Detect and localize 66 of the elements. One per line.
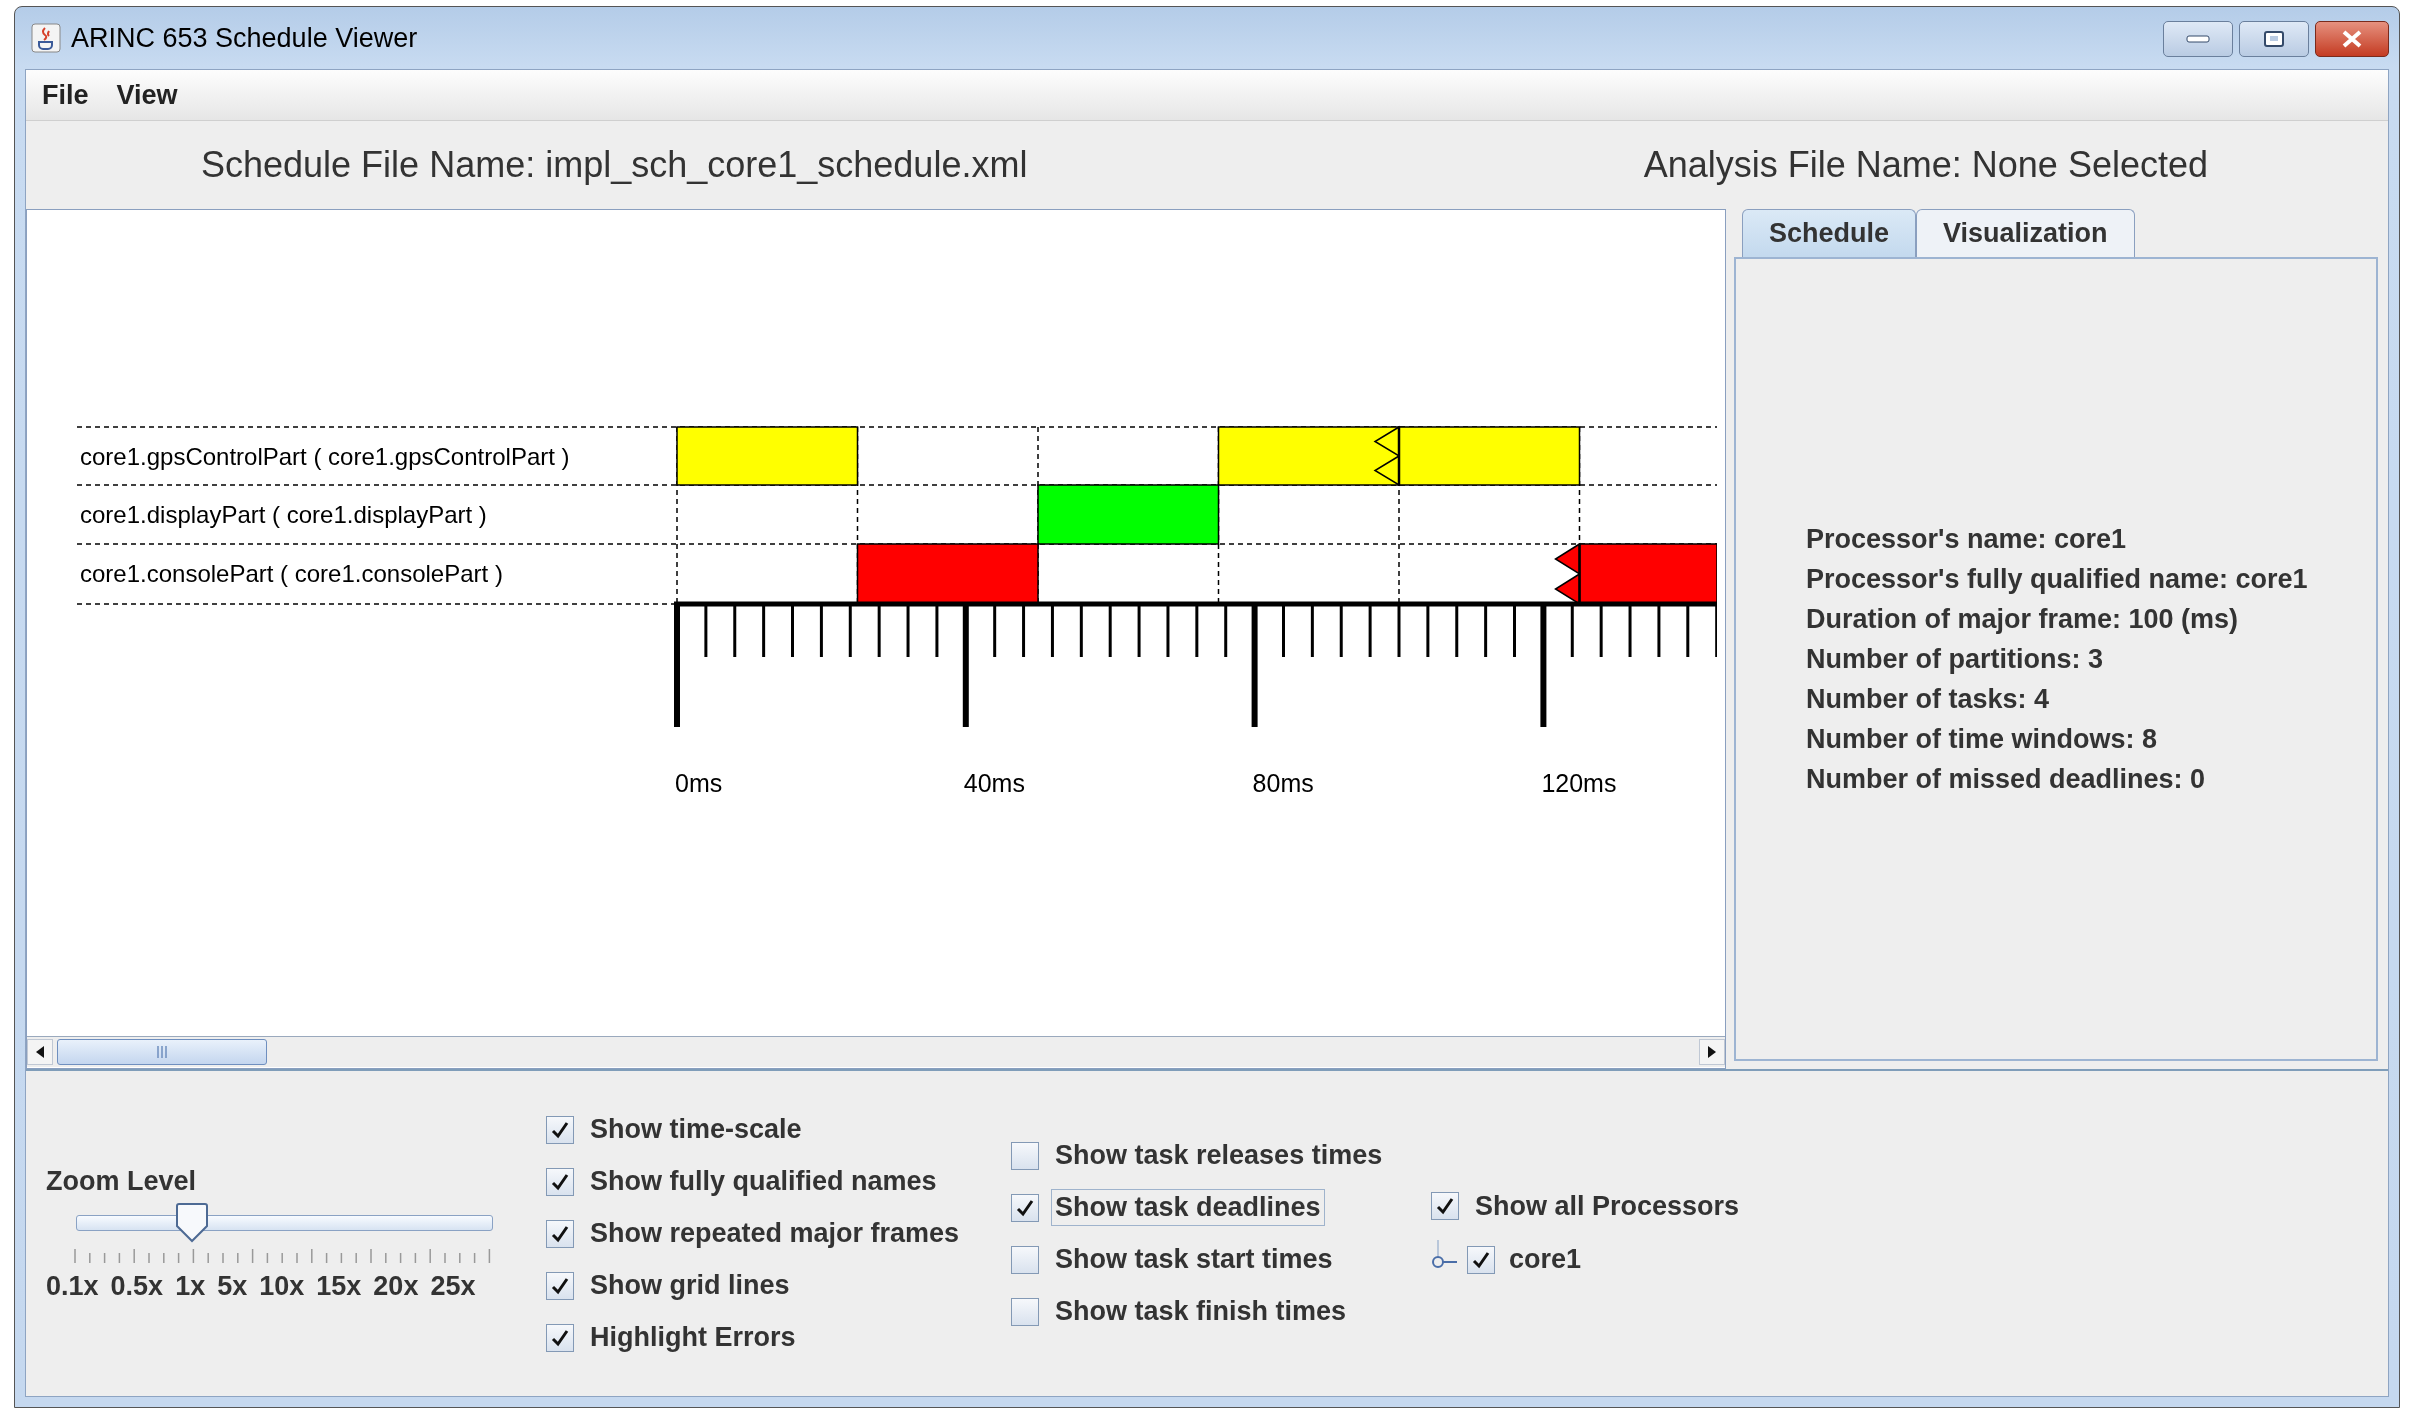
axis-label: 120ms	[1541, 769, 1617, 797]
schedule-file-label: Schedule File Name: impl_sch_core1_schedule.xml	[201, 144, 1028, 186]
menu-item[interactable]: File	[34, 75, 97, 115]
option-label: Show task releases times	[1054, 1139, 1384, 1172]
zoom-mark-label: 0.5x	[110, 1270, 164, 1302]
option-label: core1	[1508, 1243, 1583, 1276]
option-label: Show task finish times	[1054, 1295, 1348, 1328]
close-icon	[2340, 29, 2364, 49]
checkbox[interactable]	[546, 1115, 574, 1144]
maximize-button[interactable]	[2239, 21, 2309, 57]
partition-label: core1.consolePart ( core1.consolePart )	[80, 560, 503, 587]
checkbox[interactable]	[1431, 1192, 1459, 1220]
option-label: Show task start times	[1054, 1243, 1334, 1276]
minimize-icon	[2186, 34, 2210, 44]
zoom-mark-label: 10x	[259, 1270, 305, 1302]
option-label: Show fully qualified names	[589, 1165, 938, 1198]
info-text: Processor's fully qualified name: core1	[1806, 563, 2309, 595]
horizontal-scrollbar[interactable]	[27, 1036, 1725, 1067]
checkbox[interactable]	[1011, 1141, 1039, 1170]
info-text: Number of partitions: 3	[1806, 643, 2104, 675]
axis-label: 40ms	[963, 769, 1025, 797]
maximize-icon	[2263, 30, 2285, 48]
partition-label: core1.gpsControlPart ( core1.gpsControlPart )	[80, 443, 570, 470]
info-text: Number of time windows: 8	[1806, 723, 2159, 755]
slider-thumb[interactable]	[175, 1202, 210, 1243]
option-label: Show grid lines	[589, 1269, 791, 1302]
option-label: Show time-scale	[589, 1113, 803, 1146]
info-text: Number of missed deadlines: 0	[1806, 763, 2207, 795]
checkbox[interactable]	[1011, 1297, 1039, 1326]
option-label: Show task deadlines	[1051, 1189, 1325, 1226]
scroll-left-icon[interactable]	[27, 1039, 53, 1065]
info-text: Duration of major frame: 100 (ms)	[1806, 603, 2240, 635]
checkbox[interactable]	[1011, 1193, 1039, 1222]
window-title: ARINC 653 Schedule Viewer	[71, 22, 418, 54]
option-label: Show repeated major frames	[589, 1217, 961, 1250]
info-text: Number of tasks: 4	[1806, 683, 2051, 715]
zoom-mark-label: 5x	[217, 1270, 248, 1302]
check-icon	[1435, 1196, 1455, 1216]
info-text: Processor's name: core1	[1806, 523, 2128, 555]
axis-label: 0ms	[675, 769, 723, 797]
scroll-thumb[interactable]	[57, 1039, 267, 1065]
zoom-mark-label: 25x	[430, 1270, 476, 1302]
close-button[interactable]	[2315, 21, 2389, 57]
zoom-mark-label: 1x	[175, 1270, 206, 1302]
zoom-mark-label: 0.1x	[46, 1270, 99, 1302]
checkbox[interactable]	[1467, 1245, 1495, 1274]
tab[interactable]: Schedule	[1742, 209, 1917, 257]
checkbox[interactable]	[546, 1167, 574, 1196]
option-label: Highlight Errors	[589, 1321, 797, 1354]
axis-label: 80ms	[1252, 769, 1314, 797]
zoom-mark-label: 15x	[316, 1270, 362, 1302]
scroll-right-icon[interactable]	[1699, 1039, 1725, 1065]
java-cup-icon	[31, 23, 61, 53]
checkbox[interactable]	[1011, 1245, 1039, 1274]
option-label: Show all Processors	[1474, 1189, 1741, 1223]
partition-label: core1.displayPart ( core1.displayPart )	[80, 501, 487, 528]
checkbox[interactable]	[546, 1271, 574, 1300]
minimize-button[interactable]	[2163, 21, 2233, 57]
menu-item[interactable]: View	[108, 75, 186, 115]
analysis-file-label: Analysis File Name: None Selected	[1643, 144, 2208, 186]
zoom-mark-label: 20x	[373, 1270, 419, 1302]
zoom-level-label: Zoom Level	[46, 1165, 198, 1197]
tab[interactable]: Visualization	[1916, 209, 2135, 257]
checkbox[interactable]	[546, 1323, 574, 1352]
deadline-marker	[1373, 425, 1401, 487]
checkbox[interactable]	[546, 1219, 574, 1248]
